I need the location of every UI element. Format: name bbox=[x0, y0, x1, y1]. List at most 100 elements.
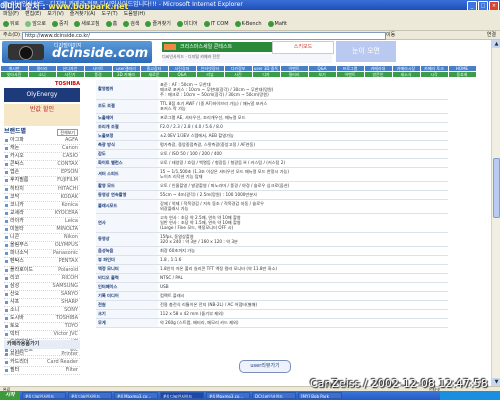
spec-row: 조도 조절 TTL 8점 초기 AWF / (중 AF)하이브리 가능) / 매뉴… bbox=[96, 99, 448, 114]
toolbar-button[interactable]: 뒤로 bbox=[1, 19, 21, 30]
brand-item[interactable]: 후지필름 FUJIFILM bbox=[4, 177, 80, 186]
nav-item[interactable]: 게시판 bbox=[0, 66, 28, 71]
taskbar-task[interactable]: #4 디씨인사이드 bbox=[22, 392, 66, 399]
toolbar-button[interactable]: 중지 bbox=[50, 19, 70, 30]
accessory-name-english: Filter bbox=[65, 367, 78, 374]
spec-value-line: 포커스 락 가능 bbox=[160, 106, 186, 111]
taskbar-task[interactable]: #4 디씨인사이드 bbox=[68, 392, 112, 399]
banner-ad-snow[interactable]: 눈이 오면 bbox=[336, 41, 396, 62]
nav-item[interactable]: 소니 bbox=[28, 72, 56, 77]
toolbar-button[interactable]: 미디어 bbox=[175, 19, 200, 30]
nav-item[interactable]: 카메라 토크 bbox=[420, 66, 448, 71]
toolbar-button[interactable]: 즐겨찾기 bbox=[143, 19, 172, 30]
banner-ad-christmas[interactable]: 크리스마스세일 콘테스트 bbox=[162, 42, 280, 52]
nav-item[interactable]: 갤러리 bbox=[280, 72, 308, 77]
user-review-button[interactable]: user리뷰가기 bbox=[239, 360, 291, 373]
nav-item[interactable]: 갤러리 bbox=[28, 66, 56, 71]
nav-item[interactable]: 카메라대 bbox=[364, 66, 392, 71]
nav-item[interactable]: 이벤트 bbox=[280, 66, 308, 71]
scroll-thumb[interactable] bbox=[493, 158, 500, 218]
nav-item[interactable]: 디카정보 bbox=[224, 66, 252, 71]
toolbar-button[interactable]: 새로고침 bbox=[72, 19, 101, 30]
close-button[interactable]: × bbox=[489, 1, 499, 10]
scroll-down-arrow-icon[interactable]: ▼ bbox=[492, 378, 500, 386]
toolbar-button[interactable]: IT COM bbox=[202, 19, 231, 30]
nav-item[interactable]: user갤러리 bbox=[112, 66, 140, 71]
nav-item[interactable]: 잇타사진 bbox=[0, 72, 28, 77]
brand-item[interactable]: 코니카 Konica bbox=[4, 202, 80, 210]
brand-item[interactable]: 캐논 Canon bbox=[4, 145, 80, 154]
brand-name-english: SONY bbox=[64, 306, 78, 313]
nav-item[interactable]: 이벤트 bbox=[336, 72, 364, 77]
nav-item[interactable]: 중고장터 bbox=[140, 66, 168, 71]
go-button[interactable]: 이동 bbox=[386, 31, 395, 39]
nav-item[interactable]: HOME bbox=[448, 66, 476, 71]
brand-item[interactable]: 산요 SANYO bbox=[4, 291, 80, 299]
brand-item[interactable]: 아그파 AGFA bbox=[4, 137, 80, 146]
site-logo[interactable]: 디지털이미지 dcinside.com bbox=[2, 41, 152, 63]
brand-item[interactable]: 라이카 Leica bbox=[4, 218, 80, 227]
toolbar-button[interactable]: 앞으로 bbox=[23, 19, 48, 30]
brand-item[interactable]: 폴라로이드 Polaroid bbox=[4, 267, 80, 275]
brand-item[interactable]: 도시바 TOSHIBA bbox=[4, 315, 80, 324]
nav-item[interactable]: 인터넷장터 bbox=[196, 66, 224, 71]
accessory-item[interactable]: 카드리더 Card Reader bbox=[4, 359, 80, 368]
olympus-ad[interactable]: OlyEnergy bbox=[4, 88, 80, 102]
nav-item[interactable]: 풍경 bbox=[84, 72, 112, 77]
brand-item[interactable]: 펜탁스 PENTAX bbox=[4, 258, 80, 267]
nav-item[interactable]: 새소식 bbox=[392, 72, 420, 77]
nav-item[interactable]: Q&A bbox=[168, 72, 196, 77]
toolbar-button[interactable]: 홈 bbox=[104, 19, 120, 30]
taskbar-task[interactable]: #4 Maxmp3.co... bbox=[206, 392, 250, 399]
scroll-up-arrow-icon[interactable]: ▲ bbox=[492, 40, 500, 48]
nav-item[interactable]: 사진기 bbox=[56, 72, 84, 77]
accessory-item[interactable]: 프린터 Printer bbox=[4, 351, 80, 360]
sale-ad[interactable]: 반값 할인 bbox=[4, 104, 80, 126]
accessory-item[interactable]: 필터 Filter bbox=[4, 367, 80, 376]
banner-ad-ski[interactable]: 스키모드 bbox=[272, 41, 334, 54]
brand-item[interactable]: 샤프 SHARP bbox=[4, 299, 80, 307]
brand-item[interactable]: 교세라 KYOCERA bbox=[4, 210, 80, 218]
nav-item[interactable]: 신디자인 bbox=[56, 66, 84, 71]
brand-item[interactable]: 미놀타 MINOLTA bbox=[4, 226, 80, 235]
minimize-button[interactable]: _ bbox=[467, 1, 477, 10]
toolbar-button[interactable]: K-Bench bbox=[233, 19, 264, 30]
nav-item[interactable]: 시각 bbox=[420, 72, 448, 77]
taskbar-task[interactable]: #4 디씨인사이드 bbox=[160, 392, 204, 399]
nav-item[interactable]: 방문인 bbox=[364, 72, 392, 77]
brand-name-korean: 펜탁스 bbox=[10, 258, 24, 265]
spec-row: 노출제어 프로그램 AE, 셔터우선, 조리개우선, 매뉴얼 모드 bbox=[96, 113, 448, 123]
nav-item[interactable]: 카메라시장 bbox=[392, 66, 420, 71]
nav-item[interactable]: 동호회 bbox=[448, 72, 476, 77]
nav-item[interactable]: user 3D 중독 bbox=[252, 66, 280, 71]
brand-item[interactable]: 코닥 KODAK bbox=[4, 194, 80, 202]
nav-item[interactable]: 보기 bbox=[308, 72, 336, 77]
nav-item[interactable]: 사이트 bbox=[84, 66, 112, 71]
spec-row: 액정 모니터 1.8인치 저온 폴리 실리콘 TFT 액정 컬러 모니터 (약 1… bbox=[96, 264, 448, 274]
taskbar-task[interactable]: #4 Maxmp3.co... bbox=[114, 392, 158, 399]
start-button[interactable]: 시작 bbox=[0, 391, 20, 400]
brand-item[interactable]: 히타치 HITACHI bbox=[4, 186, 80, 194]
nav-item[interactable]: 디카 bbox=[252, 72, 280, 77]
taskbar-task[interactable]: DC디씨인사이드 bbox=[252, 392, 296, 399]
nav-item[interactable]: 새로운 bbox=[140, 72, 168, 77]
nav-item[interactable]: 리뷰 bbox=[196, 72, 224, 77]
nav-item[interactable]: Q&A bbox=[308, 66, 336, 71]
brand-item[interactable]: 니콘 Nikon bbox=[4, 234, 80, 243]
toolbar-button[interactable]: 검색 bbox=[121, 19, 141, 30]
brand-item[interactable]: 소니 SONY bbox=[4, 306, 80, 316]
nav-item[interactable]: 3D 카메라 bbox=[112, 72, 140, 77]
toolbar-button[interactable]: Mafit bbox=[266, 19, 290, 30]
nav-item[interactable]: 사진 bbox=[224, 72, 252, 77]
toshiba-ad[interactable]: TOSHIBA bbox=[4, 80, 80, 88]
vertical-scrollbar[interactable]: ▲ ▼ bbox=[491, 40, 500, 386]
taskbar-task[interactable]: [MY] Bob Park bbox=[298, 392, 342, 399]
view-all-brands-button[interactable]: 전체보기 bbox=[57, 129, 78, 136]
links-button[interactable]: 연결 bbox=[487, 31, 496, 39]
brand-item[interactable]: 리코 RICOH bbox=[4, 275, 80, 283]
maximize-button[interactable]: □ bbox=[478, 1, 488, 10]
address-input[interactable]: http://www.dcinside.co.kr/ bbox=[22, 32, 386, 40]
nav-item[interactable]: 프로그램 bbox=[336, 66, 364, 71]
brand-item[interactable]: 삼성 SAMSUNG bbox=[4, 283, 80, 291]
nav-item[interactable]: 사진강좌 bbox=[168, 66, 196, 71]
